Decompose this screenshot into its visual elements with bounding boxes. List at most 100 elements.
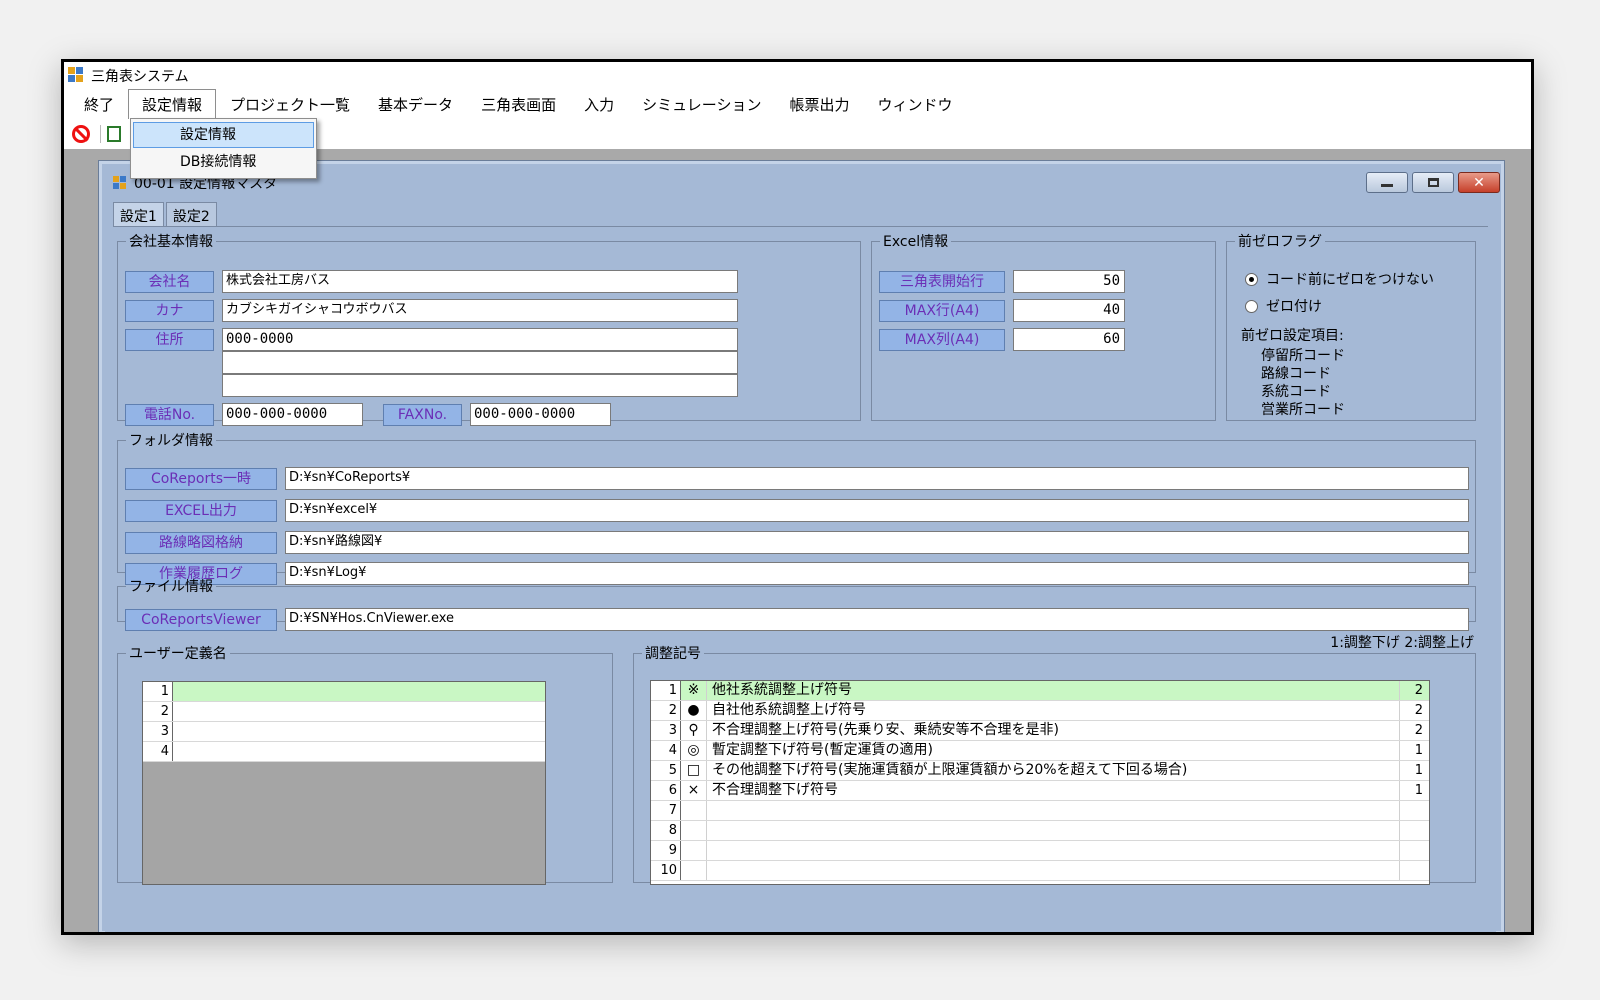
row-number: 9 <box>651 841 681 860</box>
radio-zero-fill-indicator[interactable] <box>1245 299 1258 313</box>
table-row[interactable]: 7 <box>651 801 1429 821</box>
symbol-cell[interactable] <box>681 821 707 840</box>
tab-page: 会社基本情報 会社名 株式会社工房バス カナ カブシキガイシャコウボウバス 住所… <box>113 226 1488 932</box>
zero-items-list: 停留所コード 路線コード 系統コード 営業所コード <box>1261 347 1345 419</box>
fax-field[interactable]: 000-000-0000 <box>470 403 611 426</box>
symbol-cell[interactable]: × <box>681 781 707 800</box>
table-row[interactable]: 3 <box>143 722 545 742</box>
symbol-cell[interactable]: ※ <box>681 681 707 700</box>
minimize-button[interactable] <box>1366 172 1408 193</box>
menu-simulation[interactable]: シミュレーション <box>628 89 775 120</box>
table-row[interactable]: 2 <box>143 702 545 722</box>
max-row-field[interactable]: 40 <box>1013 299 1125 322</box>
app-icon <box>68 67 85 84</box>
menu-basic-data[interactable]: 基本データ <box>364 89 467 120</box>
menu-exit[interactable]: 終了 <box>70 89 128 120</box>
description-cell[interactable]: 暫定調整下げ符号(暫定運賃の適用) <box>707 741 1399 760</box>
value-cell[interactable] <box>1399 841 1429 860</box>
folder-field-excel[interactable]: D:¥sn¥excel¥ <box>285 499 1469 522</box>
value-cell[interactable]: 1 <box>1399 741 1429 760</box>
description-cell[interactable] <box>707 801 1399 820</box>
max-col-label: MAX列(A4) <box>879 329 1005 351</box>
table-row[interactable]: 8 <box>651 821 1429 841</box>
description-cell[interactable]: 他社系統調整上げ符号 <box>707 681 1399 700</box>
dropdown-item-settings[interactable]: 設定情報 <box>133 122 314 148</box>
user-defined-cell[interactable] <box>173 722 545 741</box>
tab-settings-2[interactable]: 設定2 <box>165 202 217 226</box>
form-icon[interactable] <box>107 126 121 142</box>
row-number: 3 <box>143 722 173 741</box>
close-button[interactable]: ✕ <box>1458 172 1500 193</box>
radio-no-zero-indicator[interactable] <box>1245 272 1258 286</box>
menu-input[interactable]: 入力 <box>570 89 628 120</box>
table-row[interactable]: 2 ● 自社他系統調整上げ符号 2 <box>651 701 1429 721</box>
value-cell[interactable]: 2 <box>1399 701 1429 720</box>
company-kana-label: カナ <box>125 300 214 322</box>
symbol-cell[interactable] <box>681 801 707 820</box>
symbol-cell[interactable]: ⚲ <box>681 721 707 740</box>
address-line2-field[interactable] <box>222 351 738 374</box>
menu-project-list[interactable]: プロジェクト一覧 <box>216 89 364 120</box>
user-defined-cell[interactable] <box>173 682 545 701</box>
value-cell[interactable]: 1 <box>1399 781 1429 800</box>
symbol-cell[interactable] <box>681 841 707 860</box>
user-defined-grid[interactable]: 1 2 3 4 <box>142 681 546 885</box>
table-row[interactable]: 5 □ その他調整下げ符号(実施運賃額が上限運賃額から20%を超えて下回る場合) 1 <box>651 761 1429 781</box>
dropdown-item-db-connection[interactable]: DB接続情報 <box>133 149 314 175</box>
radio-no-zero[interactable]: コード前にゼロをつけない <box>1245 269 1434 289</box>
value-cell[interactable] <box>1399 821 1429 840</box>
stop-icon[interactable] <box>72 125 90 143</box>
start-row-field[interactable]: 50 <box>1013 270 1125 293</box>
value-cell[interactable]: 1 <box>1399 761 1429 780</box>
description-cell[interactable]: 不合理調整上げ符号(先乗り安、乗続安等不合理を是非) <box>707 721 1399 740</box>
menu-settings[interactable]: 設定情報 <box>128 89 217 119</box>
company-group-title: 会社基本情報 <box>129 234 213 250</box>
value-cell[interactable]: 2 <box>1399 681 1429 700</box>
max-col-field[interactable]: 60 <box>1013 328 1125 351</box>
table-row[interactable]: 9 <box>651 841 1429 861</box>
symbol-cell[interactable]: ● <box>681 701 707 720</box>
table-row[interactable]: 1 <box>143 682 545 702</box>
maximize-button[interactable] <box>1412 172 1454 193</box>
radio-zero-fill[interactable]: ゼロ付け <box>1245 296 1322 316</box>
user-defined-cell[interactable] <box>173 702 545 721</box>
value-cell[interactable] <box>1399 801 1429 820</box>
menu-report-output[interactable]: 帳票出力 <box>776 89 864 120</box>
company-name-field[interactable]: 株式会社工房バス <box>222 270 738 293</box>
symbol-cell[interactable]: ◎ <box>681 741 707 760</box>
description-cell[interactable] <box>707 821 1399 840</box>
value-cell[interactable] <box>1399 861 1429 880</box>
folder-group-title: フォルダ情報 <box>129 433 213 449</box>
table-row[interactable]: 10 <box>651 861 1429 881</box>
tab-settings-1[interactable]: 設定1 <box>113 202 164 227</box>
folder-field-coreports[interactable]: D:¥sn¥CoReports¥ <box>285 467 1469 490</box>
company-kana-field[interactable]: カブシキガイシャコウボウバス <box>222 299 738 322</box>
description-cell[interactable]: その他調整下げ符号(実施運賃額が上限運賃額から20%を超えて下回る場合) <box>707 761 1399 780</box>
folder-label-route-map: 路線略図格納 <box>125 532 277 554</box>
table-row[interactable]: 4 ◎ 暫定調整下げ符号(暫定運賃の適用) 1 <box>651 741 1429 761</box>
tel-field[interactable]: 000-000-0000 <box>222 403 363 426</box>
table-row[interactable]: 1 ※ 他社系統調整上げ符号 2 <box>651 681 1429 701</box>
menu-triangle-screen[interactable]: 三角表画面 <box>467 89 570 120</box>
symbol-cell[interactable]: □ <box>681 761 707 780</box>
value-cell[interactable]: 2 <box>1399 721 1429 740</box>
folder-field-route-map[interactable]: D:¥sn¥路線図¥ <box>285 531 1469 554</box>
adjust-symbols-group-title: 調整記号 <box>645 646 701 662</box>
company-group: 会社基本情報 会社名 株式会社工房バス カナ カブシキガイシャコウボウバス 住所… <box>117 231 861 426</box>
table-row[interactable]: 3 ⚲ 不合理調整上げ符号(先乗り安、乗続安等不合理を是非) 2 <box>651 721 1429 741</box>
table-row[interactable]: 4 <box>143 742 545 762</box>
table-row[interactable]: 6 × 不合理調整下げ符号 1 <box>651 781 1429 801</box>
user-defined-cell[interactable] <box>173 742 545 761</box>
symbol-cell[interactable] <box>681 861 707 880</box>
row-number: 8 <box>651 821 681 840</box>
description-cell[interactable] <box>707 861 1399 880</box>
row-number: 4 <box>143 742 173 761</box>
file-field-viewer[interactable]: D:¥SN¥Hos.CnViewer.exe <box>285 608 1469 631</box>
adjust-symbols-grid[interactable]: 1 ※ 他社系統調整上げ符号 2 2 ● 自社他系統調整上げ符号 2 3 ⚲ 不合理調整上げ符号… <box>650 680 1430 885</box>
description-cell[interactable] <box>707 841 1399 860</box>
menu-window[interactable]: ウィンドウ <box>864 89 967 120</box>
address-line1-field[interactable]: 000-0000 <box>222 328 738 351</box>
address-line3-field[interactable] <box>222 374 738 397</box>
description-cell[interactable]: 自社他系統調整上げ符号 <box>707 701 1399 720</box>
description-cell[interactable]: 不合理調整下げ符号 <box>707 781 1399 800</box>
